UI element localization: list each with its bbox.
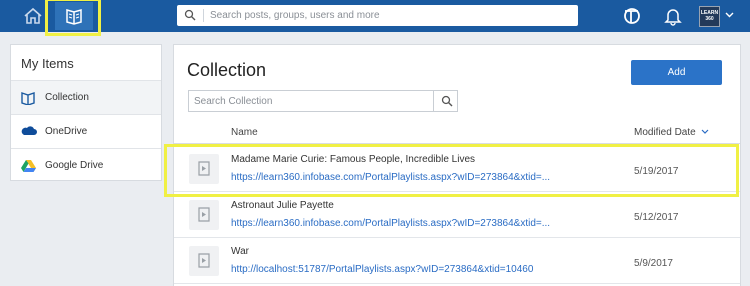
chevron-down-icon[interactable] (725, 12, 734, 18)
notification-bell-icon[interactable] (664, 6, 682, 26)
top-navigation-bar: LEARN 360 (0, 0, 750, 36)
sidebar-item-google-drive[interactable]: Google Drive (11, 148, 161, 182)
document-icon (198, 253, 210, 268)
my-items-sidebar: My Items Collection OneDrive Google Driv… (10, 44, 162, 181)
search-icon[interactable] (441, 95, 453, 107)
item-thumbnail (189, 200, 219, 230)
onedrive-cloud-icon (21, 126, 37, 135)
sidebar-item-collection[interactable]: Collection (11, 80, 161, 114)
sidebar-item-label: Collection (45, 92, 89, 103)
column-header-label: Modified Date (634, 127, 696, 138)
sidebar-item-label: OneDrive (45, 126, 88, 137)
collection-book-icon (21, 92, 35, 105)
item-thumbnail (189, 246, 219, 276)
document-icon (198, 207, 210, 222)
highlight-annotation (45, 0, 101, 36)
sort-chevron-down-icon (702, 129, 709, 134)
sidebar-title: My Items (21, 56, 74, 71)
column-header-modified-date[interactable]: Modified Date (634, 127, 709, 138)
sidebar-item-onedrive[interactable]: OneDrive (11, 114, 161, 148)
home-icon[interactable] (22, 6, 44, 26)
google-drive-icon (21, 160, 36, 172)
table-row[interactable]: Astronaut Julie Payette https://learn360… (174, 192, 740, 238)
collection-search[interactable] (188, 90, 458, 112)
item-url-link[interactable]: https://learn360.infobase.com/PortalPlay… (231, 218, 550, 229)
column-header-name[interactable]: Name (231, 127, 258, 138)
search-divider (203, 9, 204, 22)
item-modified-date: 5/12/2017 (634, 212, 679, 223)
table-row[interactable]: War http://localhost:51787/PortalPlaylis… (174, 238, 740, 284)
learn360-logo-icon[interactable] (621, 5, 643, 27)
global-search[interactable] (177, 5, 578, 26)
page-title: Collection (187, 60, 267, 80)
item-name[interactable]: War (231, 246, 249, 257)
item-url-link[interactable]: http://localhost:51787/PortalPlaylists.a… (231, 264, 533, 275)
add-button[interactable]: Add (631, 60, 722, 85)
item-name[interactable]: Astronaut Julie Payette (231, 200, 334, 211)
collection-search-input[interactable] (194, 94, 424, 109)
highlight-annotation (164, 144, 739, 197)
sidebar-item-label: Google Drive (45, 160, 104, 171)
global-search-input[interactable] (210, 7, 570, 24)
search-icon (184, 9, 196, 21)
user-avatar[interactable]: LEARN 360 (699, 6, 720, 27)
item-modified-date: 5/9/2017 (634, 258, 673, 269)
search-divider (433, 91, 434, 111)
